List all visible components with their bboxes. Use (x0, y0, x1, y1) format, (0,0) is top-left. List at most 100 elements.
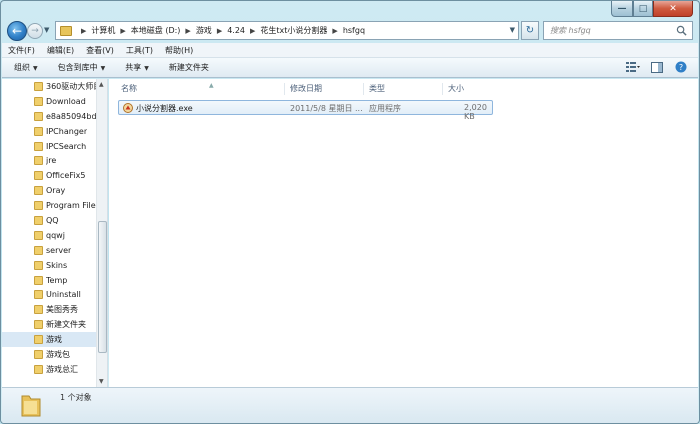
sidebar-item-label: IPCSearch (46, 141, 87, 151)
sidebar-item[interactable]: 新建文件夹 (2, 317, 97, 332)
navigation-row: ← → ▼ ▶ 计算机 ▶ 本地磁盘 (D:) ▶ 游戏 ▶ 4.24 ▶ 花生… (5, 20, 695, 42)
breadcrumb-hsfgq[interactable]: hsfgq (343, 26, 365, 35)
item-count: 1 个对象 (60, 393, 92, 402)
sidebar-item[interactable]: 游戏总汇 (2, 362, 97, 377)
chevron-right-icon[interactable]: ▶ (120, 27, 125, 35)
search-placeholder: 搜索 hsfgq (550, 26, 591, 35)
new-folder-button[interactable]: 新建文件夹 (169, 62, 209, 73)
sidebar-item[interactable]: 美图秀秀 (2, 302, 97, 317)
folder-icon (34, 141, 43, 151)
sidebar-item-label: qqwj (46, 230, 65, 240)
breadcrumb-splitter[interactable]: 花生txt小说分割器 (260, 25, 327, 36)
folder-icon (34, 171, 43, 181)
sidebar-item[interactable]: e8a85094bdb (2, 109, 97, 124)
folder-icon (34, 275, 43, 285)
breadcrumb-424[interactable]: 4.24 (227, 26, 245, 35)
sidebar-item-label: OfficeFix5 (46, 171, 86, 181)
sidebar-item[interactable]: OfficeFix5 (2, 168, 97, 183)
sidebar-item[interactable]: IPChanger (2, 124, 97, 139)
menu-file[interactable]: 文件(F) (8, 45, 35, 56)
breadcrumb-computer[interactable]: 计算机 (91, 25, 115, 36)
exe-icon (123, 103, 133, 113)
sidebar-item[interactable]: jre (2, 153, 97, 168)
file-date: 2011/5/8 星期日 ... (290, 104, 363, 113)
sidebar-item[interactable]: IPCSearch (2, 139, 97, 154)
forward-arrow-icon[interactable]: → (27, 23, 43, 39)
sidebar-item[interactable]: Temp (2, 273, 97, 288)
chevron-right-icon[interactable]: ▶ (332, 27, 337, 35)
sort-arrow-icon: ▲ (209, 82, 214, 89)
file-type: 应用程序 (369, 104, 401, 113)
recent-pages-dropdown-icon[interactable]: ▼ (44, 26, 49, 34)
search-input[interactable]: 搜索 hsfgq (543, 21, 693, 40)
menu-help[interactable]: 帮助(H) (165, 45, 193, 56)
menu-tools[interactable]: 工具(T) (126, 45, 153, 56)
back-arrow-icon[interactable]: ← (7, 21, 27, 41)
sidebar-item[interactable]: server (2, 243, 97, 258)
address-bar[interactable]: ▶ 计算机 ▶ 本地磁盘 (D:) ▶ 游戏 ▶ 4.24 ▶ 花生txt小说分… (55, 21, 519, 40)
sidebar-item-label: 游戏包 (46, 349, 70, 359)
file-size: 2,020 KB (464, 103, 487, 121)
chevron-right-icon[interactable]: ▶ (217, 27, 222, 35)
address-dropdown-icon[interactable]: ▼ (510, 26, 515, 34)
include-in-library-button[interactable]: 包含到库中 ▼ (58, 62, 106, 73)
sidebar-item[interactable]: 360驱动大师目 (2, 79, 97, 94)
change-view-icon[interactable] (626, 61, 640, 73)
nav-scrollbar[interactable]: ▲ ▼ (96, 79, 107, 387)
sidebar-item[interactable]: Download (2, 94, 97, 109)
folder-icon (34, 245, 43, 255)
sidebar-item-selected[interactable]: 游戏 (2, 332, 97, 348)
navigation-pane: 360驱动大师目 Download e8a85094bdb IPChanger … (2, 79, 108, 387)
breadcrumb-games[interactable]: 游戏 (196, 25, 212, 36)
folder-icon (34, 186, 43, 196)
share-button[interactable]: 共享 ▼ (125, 62, 149, 73)
scroll-down-icon[interactable]: ▼ (99, 378, 104, 385)
menu-edit[interactable]: 编辑(E) (47, 45, 74, 56)
caption-buttons: — □ ✕ (611, 1, 693, 17)
refresh-icon[interactable]: ↻ (521, 21, 539, 40)
minimize-button[interactable]: — (611, 1, 633, 17)
scrollbar-thumb[interactable] (98, 221, 107, 353)
sidebar-item-label: 游戏总汇 (46, 364, 78, 374)
chevron-right-icon[interactable]: ▶ (185, 27, 190, 35)
file-name: 小说分割器.exe (136, 104, 193, 113)
view-buttons: ? (626, 61, 688, 73)
sidebar-item-label: IPChanger (46, 126, 88, 136)
menu-view[interactable]: 查看(V) (86, 45, 114, 56)
sidebar-item[interactable]: Oray (2, 183, 97, 198)
sidebar-item[interactable]: QQ (2, 213, 97, 228)
chevron-down-icon: ▼ (33, 65, 38, 72)
sidebar-item[interactable]: Skins (2, 258, 97, 273)
search-icon[interactable] (676, 25, 687, 36)
close-button[interactable]: ✕ (653, 1, 693, 17)
sidebar-item-label: Download (46, 96, 86, 106)
column-header-name-label: 名称 (121, 84, 137, 93)
sidebar-item[interactable]: 游戏包 (2, 347, 97, 362)
scroll-up-icon[interactable]: ▲ (99, 81, 104, 88)
sidebar-item[interactable]: Program Files (2, 198, 97, 213)
preview-pane-icon[interactable] (650, 61, 664, 73)
sidebar-item-label: jre (46, 156, 57, 166)
help-icon[interactable]: ? (674, 61, 688, 73)
chevron-right-icon[interactable]: ▶ (81, 27, 86, 35)
organize-label: 组织 (14, 63, 30, 72)
maximize-button[interactable]: □ (633, 1, 653, 17)
column-header-name[interactable]: 名称 ▲ (117, 82, 285, 95)
folder-icon (34, 364, 43, 374)
sidebar-item[interactable]: qqwj (2, 228, 97, 243)
column-header-size[interactable]: 大小 (444, 83, 492, 95)
column-headers: 名称 ▲ 修改日期 类型 大小 (109, 79, 698, 97)
menu-bar: 文件(F) 编辑(E) 查看(V) 工具(T) 帮助(H) (2, 43, 698, 58)
column-header-date[interactable]: 修改日期 (286, 83, 364, 95)
folder-tree: 360驱动大师目 Download e8a85094bdb IPChanger … (2, 79, 97, 377)
share-label: 共享 (125, 63, 142, 72)
breadcrumb-drive-d[interactable]: 本地磁盘 (D:) (131, 25, 181, 36)
organize-button[interactable]: 组织 ▼ (14, 62, 38, 73)
chevron-right-icon[interactable]: ▶ (250, 27, 255, 35)
file-row[interactable]: 小说分割器.exe 2011/5/8 星期日 ... 应用程序 2,020 KB (118, 100, 493, 121)
sidebar-item[interactable]: Uninstall (2, 287, 97, 302)
sidebar-item-label: Skins (46, 260, 68, 270)
folder-icon (34, 126, 43, 136)
folder-icon (34, 201, 43, 211)
column-header-type[interactable]: 类型 (365, 83, 443, 95)
